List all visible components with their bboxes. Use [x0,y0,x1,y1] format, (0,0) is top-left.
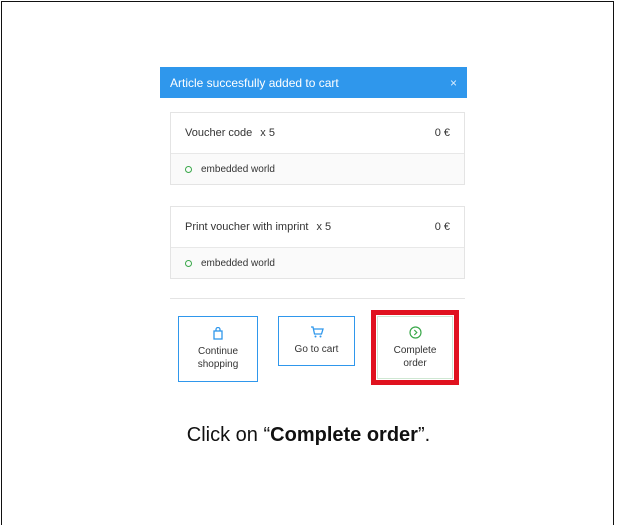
variant-dot-icon [185,165,192,173]
close-icon[interactable]: × [450,76,457,90]
success-banner: Article succesfully added to cart × [160,67,467,98]
caption-prefix: Click on “ [186,424,271,446]
continue-label-2: shopping [197,359,239,370]
divider [170,298,465,299]
variant-dot-icon [185,259,192,267]
item-name: Voucher code [185,127,253,139]
caption-bold: Complete order [270,424,418,446]
continue-label-1: Continue [197,346,239,357]
highlight-box [371,310,459,385]
item-price: 0 € [434,221,450,233]
go-to-cart-label: Go to cart [294,344,339,355]
item-variant: embedded world [201,257,275,269]
cart-item: Voucher code x 5 0 € embedded world [170,112,465,185]
shopping-cart-icon [310,326,324,341]
item-name: Print voucher with imprint [185,221,309,233]
banner-text: Article succesfully added to cart [170,75,339,90]
item-quantity: x 5 [316,221,332,233]
go-to-cart-button[interactable]: Go to cart [278,316,355,366]
shopping-bag-icon [212,326,224,343]
cart-item: Print voucher with imprint x 5 0 € embedd… [170,206,465,279]
instruction-caption: Click on “Complete order”. [0,424,617,447]
item-variant: embedded world [201,163,275,175]
continue-shopping-button[interactable]: Continue shopping [178,316,258,382]
item-price: 0 € [434,127,450,139]
caption-suffix: ”. [417,424,431,446]
item-quantity: x 5 [260,127,275,139]
